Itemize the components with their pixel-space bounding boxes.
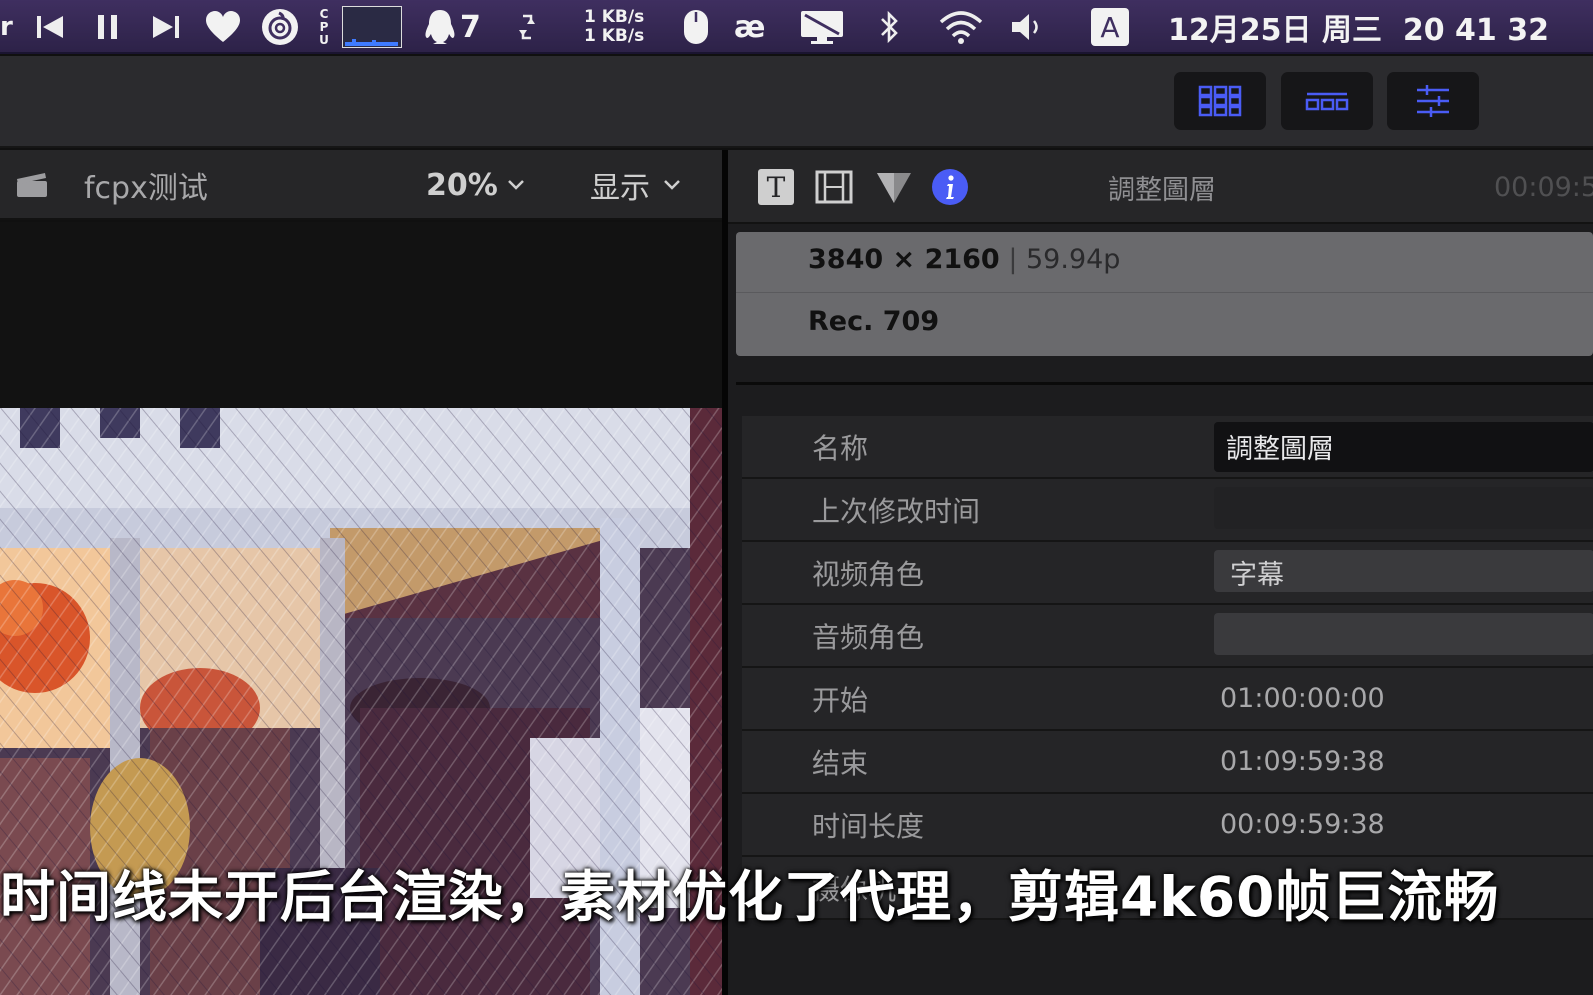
display-mirror-icon[interactable]	[798, 0, 846, 54]
video-caption: 时间线未开后台渲染，素材优化了代理，剪辑4k60帧巨流畅	[0, 865, 1500, 929]
audio-role-dropdown[interactable]	[1214, 613, 1593, 655]
prop-row-audio-role: 音频角色	[742, 605, 1593, 668]
input-ae-text: æ	[734, 9, 766, 45]
input-method-icon[interactable]: A	[1090, 0, 1130, 54]
browser-grid-icon	[1198, 85, 1242, 117]
start-timecode[interactable]: 01:00:00:00	[1220, 668, 1385, 729]
qq-notification-count-text: 7	[460, 9, 481, 45]
display-dropdown[interactable]: 显示	[590, 150, 700, 220]
video-inspector-tab[interactable]	[814, 150, 854, 224]
prop-row-modified: 上次修改时间	[742, 479, 1593, 542]
input-ae-indicator[interactable]: æ	[734, 0, 778, 54]
colorspace-line: Rec. 709	[808, 306, 939, 337]
menubar-clock[interactable]: 12月25日 周三 20 41 32	[1168, 0, 1588, 54]
prop-label: 音频角色	[812, 620, 925, 654]
chevron-down-icon	[664, 180, 680, 190]
network-upload-speed: 1 KB/s	[584, 7, 645, 27]
format-line: 3840 × 2160 | 59.94p	[808, 244, 1120, 275]
text-t-icon: T	[758, 169, 794, 205]
menu-bar: r C P U 7 1 KB/s 1 KB/s æ A 12月25日 周三 20…	[0, 0, 1593, 54]
end-timecode[interactable]: 01:09:59:38	[1220, 731, 1385, 792]
project-name[interactable]: fcpx测试	[84, 150, 284, 220]
previous-track-icon[interactable]	[32, 0, 68, 54]
input-method-letter: A	[1100, 10, 1120, 44]
inspector-timecode: 00:09:5	[1494, 150, 1593, 224]
chevron-down-icon	[507, 180, 524, 190]
inspector-header: T 調整圖層 00:09:5	[728, 150, 1593, 224]
display-menu-label: 显示	[590, 171, 650, 206]
zoom-value: 20%	[426, 167, 498, 203]
info-icon	[932, 169, 968, 205]
heart-icon[interactable]	[202, 0, 244, 54]
cpu-graph[interactable]	[342, 0, 402, 54]
menu-extra-fragment: r	[0, 12, 13, 42]
qq-notification-count: 7	[460, 0, 486, 54]
prop-label: 开始	[812, 683, 869, 717]
zoom-dropdown[interactable]: 20%	[426, 150, 536, 220]
resolution-text: 3840 × 2160	[808, 244, 1000, 275]
prop-label: 视频角色	[812, 557, 925, 591]
inspector-title: 調整圖層	[1108, 150, 1268, 224]
prop-row-name: 名称 調整圖層	[742, 416, 1593, 479]
prop-row-end: 结束 01:09:59:38	[742, 731, 1593, 794]
viewer-header: fcpx测试 20% 显示	[0, 150, 724, 220]
app-toolbar	[0, 56, 1593, 148]
prop-row-duration: 时间长度 00:09:59:38	[742, 794, 1593, 857]
sliders-icon	[1417, 85, 1449, 117]
info-inspector-tab[interactable]	[930, 150, 970, 224]
pause-icon[interactable]	[90, 0, 126, 54]
mouse-icon[interactable]	[678, 0, 714, 54]
film-strip-icon	[815, 170, 853, 204]
timeline-icon	[1305, 92, 1349, 111]
volume-icon[interactable]	[1010, 0, 1046, 54]
framerate-text: 59.94p	[1026, 244, 1121, 275]
network-speed[interactable]: 1 KB/s 1 KB/s	[584, 0, 654, 54]
qq-icon[interactable]	[422, 0, 458, 54]
timeline-toggle-button[interactable]	[1281, 72, 1373, 130]
prop-row-video-role: 视频角色 字幕	[742, 542, 1593, 605]
text-inspector-tab[interactable]: T	[756, 150, 796, 224]
duration-timecode[interactable]: 00:09:59:38	[1220, 794, 1385, 855]
network-download-speed: 1 KB/s	[584, 26, 645, 46]
clip-info-card: 3840 × 2160 | 59.94p Rec. 709	[736, 232, 1593, 356]
netease-music-icon[interactable]	[258, 0, 302, 54]
project-name-text: fcpx测试	[84, 171, 208, 206]
next-track-icon[interactable]	[148, 0, 184, 54]
clock-text: 12月25日 周三 20 41 32	[1168, 13, 1549, 48]
properties-list: 名称 調整圖層 上次修改时间 视频角色 字幕 音频角色 开始 01:00:00:…	[742, 416, 1593, 920]
inspector-timecode-text: 00:09:5	[1494, 171, 1593, 203]
prop-label: 结束	[812, 746, 869, 780]
format-separator: |	[1008, 244, 1026, 275]
colorspace-text: Rec. 709	[808, 306, 940, 337]
cpu-label-text: C P U	[319, 6, 329, 47]
bluetooth-icon[interactable]	[874, 0, 904, 54]
inspector-separator	[736, 382, 1593, 385]
name-field[interactable]: 調整圖層	[1226, 416, 1334, 477]
wifi-icon[interactable]	[936, 0, 986, 54]
inspector-title-text: 調整圖層	[1108, 174, 1216, 206]
prop-label: 时间长度	[812, 809, 925, 843]
sync-arrows-icon[interactable]	[512, 0, 542, 54]
prop-row-start: 开始 01:00:00:00	[742, 668, 1593, 731]
cpu-label: C P U	[316, 0, 332, 54]
prop-label: 上次修改时间	[812, 494, 981, 528]
color-inspector-tab[interactable]	[874, 150, 914, 224]
modified-field	[1214, 487, 1593, 529]
color-triangle-icon	[877, 173, 911, 203]
card-divider	[736, 292, 1593, 293]
video-role-value: 字幕	[1230, 560, 1284, 591]
clapperboard-icon	[14, 150, 50, 220]
prop-label: 名称	[812, 431, 869, 465]
browser-toggle-button[interactable]	[1174, 72, 1266, 130]
inspector-toggle-button[interactable]	[1387, 72, 1479, 130]
